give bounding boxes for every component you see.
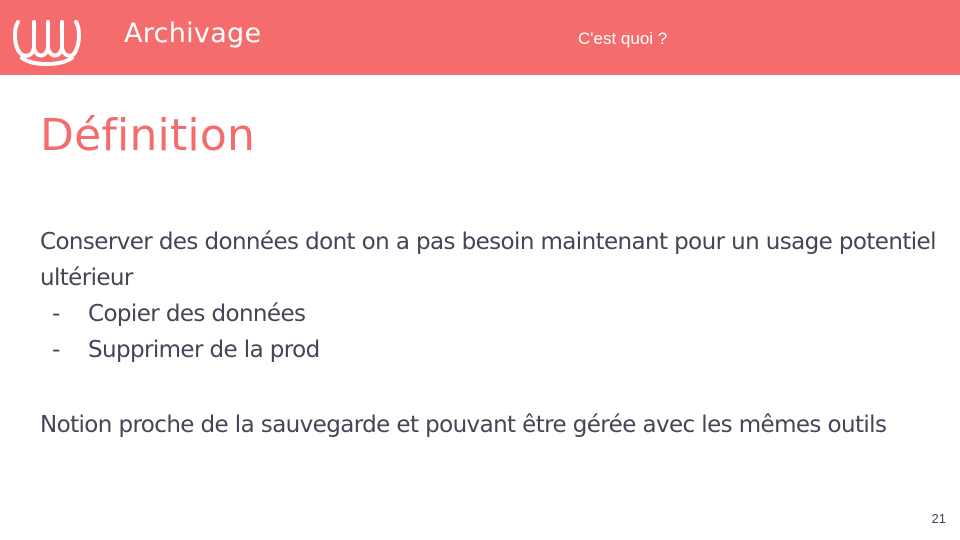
bullet-text: Supprimer de la prod xyxy=(88,337,320,363)
header-subtitle: C'est quoi ? xyxy=(578,29,668,48)
definition-paragraph: Conserver des données dont on a pas beso… xyxy=(40,229,936,291)
bullet-list: - Copier des données - Supprimer de la p… xyxy=(40,296,320,368)
notion-paragraph: Notion proche de la sauvegarde et pouvan… xyxy=(40,412,887,438)
list-item: - Copier des données xyxy=(40,296,320,332)
slide-title: Définition xyxy=(40,110,256,161)
bullet-marker: - xyxy=(52,301,60,327)
bullet-text: Copier des données xyxy=(88,301,306,327)
bullet-marker: - xyxy=(52,337,60,363)
slide-header: Archivage C'est quoi ? xyxy=(0,0,960,75)
list-item: - Supprimer de la prod xyxy=(40,332,320,368)
header-title: Archivage xyxy=(124,18,262,49)
wave-logo-icon xyxy=(13,20,81,66)
page-number: 21 xyxy=(931,511,946,526)
